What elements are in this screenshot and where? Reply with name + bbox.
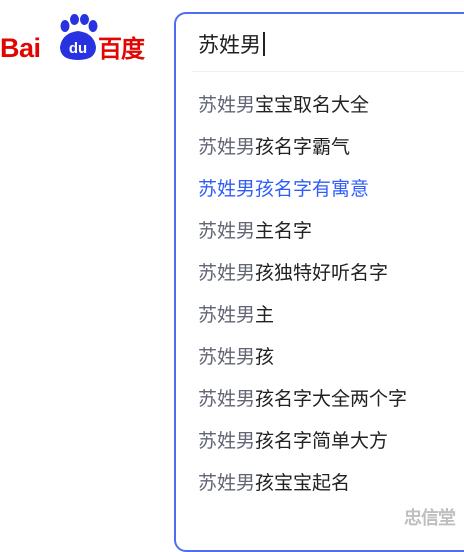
suggestion-query: 苏姓男 (198, 94, 256, 116)
input-divider (192, 71, 464, 72)
suggestion-query: 苏姓男 (198, 388, 256, 410)
suggestion-completion: 孩名字霸气 (255, 136, 351, 158)
paw-glyph: du (69, 40, 87, 57)
text-caret (263, 32, 265, 56)
search-input[interactable]: 苏姓男 (198, 28, 265, 62)
suggestion-completion: 孩名字有寓意 (255, 178, 370, 200)
suggestion-query: 苏姓男 (198, 430, 256, 452)
suggestion-query: 苏姓男 (198, 178, 256, 200)
suggestion-item[interactable]: 苏姓男孩名字简单大方 (176, 420, 464, 462)
watermark-text: 忠信堂 (404, 508, 456, 529)
suggestion-item[interactable]: 苏姓男孩宝宝起名 (176, 462, 464, 504)
suggestion-item-highlighted[interactable]: 苏姓男孩名字有寓意 (176, 168, 464, 210)
suggestion-completion: 主名字 (255, 220, 313, 242)
baidu-paw-icon: du (60, 14, 98, 60)
suggestion-item[interactable]: 苏姓男孩独特好听名字 (176, 252, 464, 294)
suggestion-completion: 宝宝取名大全 (255, 94, 370, 116)
suggestion-list: 苏姓男宝宝取名大全 苏姓男孩名字霸气 苏姓男孩名字有寓意 苏姓男主名字 苏姓男孩… (176, 84, 464, 504)
logo-text-chinese: 百度 (98, 35, 145, 63)
suggestion-query: 苏姓男 (198, 220, 256, 242)
logo-text-latin: Bai (0, 33, 41, 63)
suggestion-completion: 主 (255, 304, 275, 326)
search-input-value: 苏姓男 (198, 33, 261, 57)
suggestion-item[interactable]: 苏姓男主名字 (176, 210, 464, 252)
suggestion-item[interactable]: 苏姓男孩名字霸气 (176, 126, 464, 168)
suggestion-item[interactable]: 苏姓男宝宝取名大全 (176, 84, 464, 126)
suggestion-query: 苏姓男 (198, 262, 256, 284)
suggestion-completion: 孩名字大全两个字 (255, 388, 408, 410)
suggestion-completion: 孩 (255, 346, 275, 368)
suggestion-query: 苏姓男 (198, 346, 256, 368)
suggestion-item[interactable]: 苏姓男孩 (176, 336, 464, 378)
search-panel: 苏姓男 苏姓男宝宝取名大全 苏姓男孩名字霸气 苏姓男孩名字有寓意 苏姓男主名字 … (174, 12, 464, 552)
suggestion-query: 苏姓男 (198, 472, 256, 494)
suggestion-completion: 孩名字简单大方 (255, 430, 389, 452)
suggestion-item[interactable]: 苏姓男主 (176, 294, 464, 336)
suggestion-query: 苏姓男 (198, 136, 256, 158)
baidu-logo[interactable]: Bai du 百度 (0, 14, 156, 66)
suggestion-item[interactable]: 苏姓男孩名字大全两个字 (176, 378, 464, 420)
suggestion-completion: 孩宝宝起名 (255, 472, 351, 494)
suggestion-completion: 孩独特好听名字 (255, 262, 389, 284)
suggestion-query: 苏姓男 (198, 304, 256, 326)
